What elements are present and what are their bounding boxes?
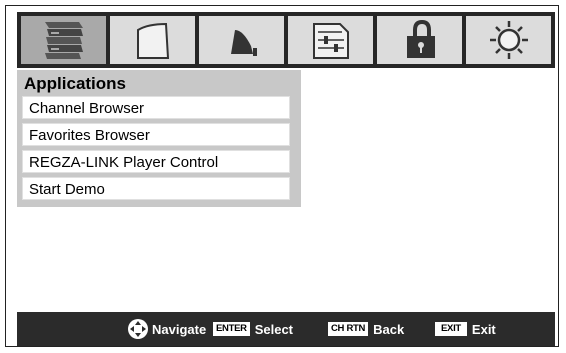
lock-icon bbox=[406, 19, 435, 58]
sound-icon bbox=[230, 30, 257, 56]
applications-icon bbox=[44, 22, 83, 59]
tab-sound[interactable] bbox=[199, 16, 284, 64]
back-label: Back bbox=[373, 321, 405, 337]
setup-icon bbox=[312, 23, 349, 59]
menu-item-regza-link-player-control[interactable]: REGZA-LINK Player Control bbox=[22, 150, 290, 173]
select-label: Select bbox=[254, 321, 294, 337]
enter-key-badge: ENTER bbox=[213, 322, 250, 336]
help-exit: EXIT Exit bbox=[435, 312, 496, 346]
help-bar: Navigate ENTER Select CH RTN Back EXIT E… bbox=[17, 312, 555, 346]
navigate-label: Navigate bbox=[152, 321, 207, 337]
panel-title: Applications bbox=[24, 74, 127, 93]
menu-item-start-demo[interactable]: Start Demo bbox=[22, 177, 290, 200]
exit-key-badge: EXIT bbox=[435, 322, 467, 336]
tab-lock[interactable] bbox=[377, 16, 462, 64]
ch-rtn-key-badge: CH RTN bbox=[328, 322, 369, 336]
applications-panel: Applications Channel Browser Favorites B… bbox=[17, 70, 301, 207]
tv-menu-screen: Applications Channel Browser Favorites B… bbox=[5, 5, 559, 347]
tab-setup[interactable] bbox=[288, 16, 373, 64]
help-select: ENTER Select bbox=[213, 312, 293, 346]
navigate-dpad-icon bbox=[128, 319, 148, 339]
picture-icon bbox=[136, 22, 169, 59]
exit-label: Exit bbox=[471, 321, 496, 337]
options-icon bbox=[489, 21, 528, 59]
menu-icon-bar bbox=[17, 12, 555, 68]
tab-options[interactable] bbox=[466, 16, 551, 64]
menu-item-channel-browser[interactable]: Channel Browser bbox=[22, 96, 290, 119]
help-navigate: Navigate bbox=[127, 312, 206, 346]
tab-picture[interactable] bbox=[110, 16, 195, 64]
help-back: CH RTN Back bbox=[328, 312, 404, 346]
menu-item-favorites-browser[interactable]: Favorites Browser bbox=[22, 123, 290, 146]
tab-applications[interactable] bbox=[21, 16, 106, 64]
